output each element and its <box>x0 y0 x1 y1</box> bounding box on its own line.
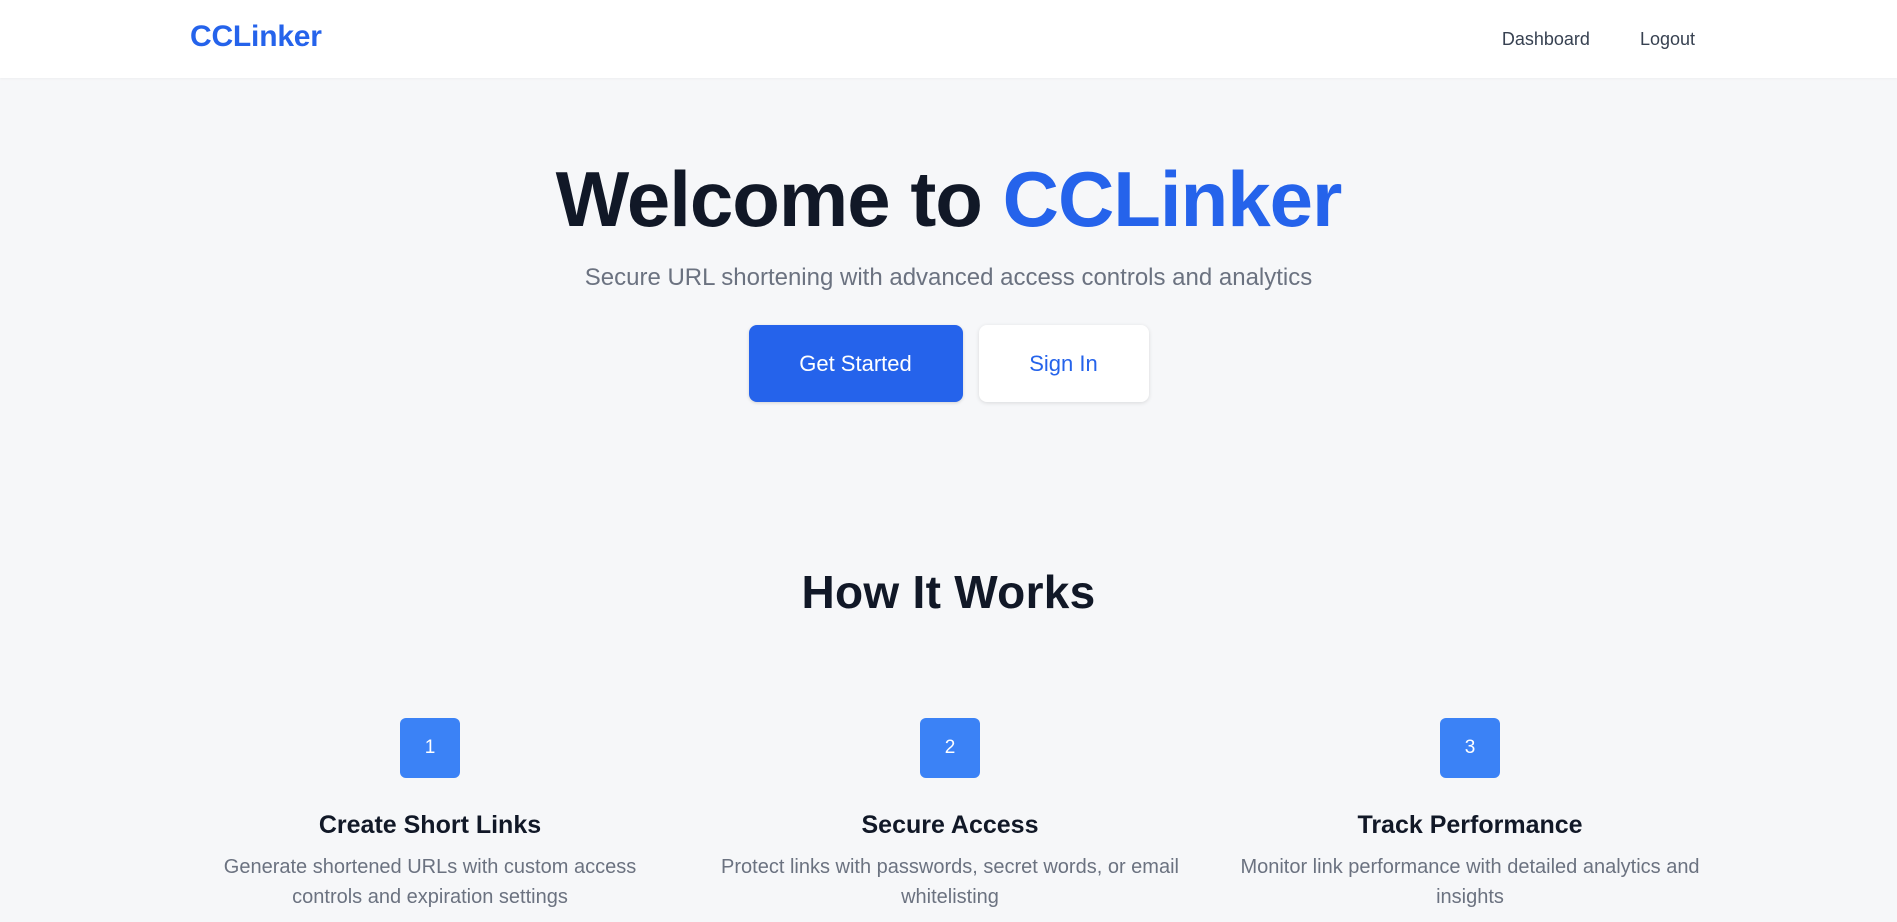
hero-actions: Get Started Sign In <box>0 325 1897 402</box>
step-title: Track Performance <box>1357 811 1583 839</box>
nav-link-logout[interactable]: Logout <box>1640 29 1695 50</box>
nav-links: Dashboard Logout <box>1502 29 1695 50</box>
step-card-create-short-links: 1 Create Short Links Generate shortened … <box>170 718 690 912</box>
step-number-badge: 2 <box>920 718 980 778</box>
top-navbar: CCLinker Dashboard Logout <box>0 0 1897 78</box>
step-number-badge: 1 <box>400 718 460 778</box>
hero-title-brand: CCLinker <box>1002 155 1343 243</box>
how-it-works-title: How It Works <box>801 566 1096 618</box>
hero-subtitle: Secure URL shortening with advanced acce… <box>584 264 1313 291</box>
step-title: Create Short Links <box>318 811 542 839</box>
brand-logo-link[interactable]: CCLinker <box>190 20 322 54</box>
step-description: Generate shortened URLs with custom acce… <box>223 856 637 908</box>
step-description: Protect links with passwords, secret wor… <box>721 856 1179 908</box>
hero-title-prefix: Welcome to <box>555 155 1003 243</box>
hero-section: Welcome to CCLinker Secure URL shortenin… <box>0 78 1897 402</box>
get-started-button[interactable]: Get Started <box>748 325 963 402</box>
step-title: Secure Access <box>861 811 1039 839</box>
step-description: Monitor link performance with detailed a… <box>1240 856 1700 908</box>
sign-in-button[interactable]: Sign In <box>978 325 1149 402</box>
step-card-secure-access: 2 Secure Access Protect links with passw… <box>690 718 1210 912</box>
step-number-badge: 3 <box>1440 718 1500 778</box>
how-it-works-section: How It Works <box>0 565 1897 619</box>
step-card-track-performance: 3 Track Performance Monitor link perform… <box>1210 718 1730 912</box>
hero-title: Welcome to CCLinker <box>0 160 1897 238</box>
nav-link-dashboard[interactable]: Dashboard <box>1502 29 1590 50</box>
steps-list: 1 Create Short Links Generate shortened … <box>170 718 1730 912</box>
